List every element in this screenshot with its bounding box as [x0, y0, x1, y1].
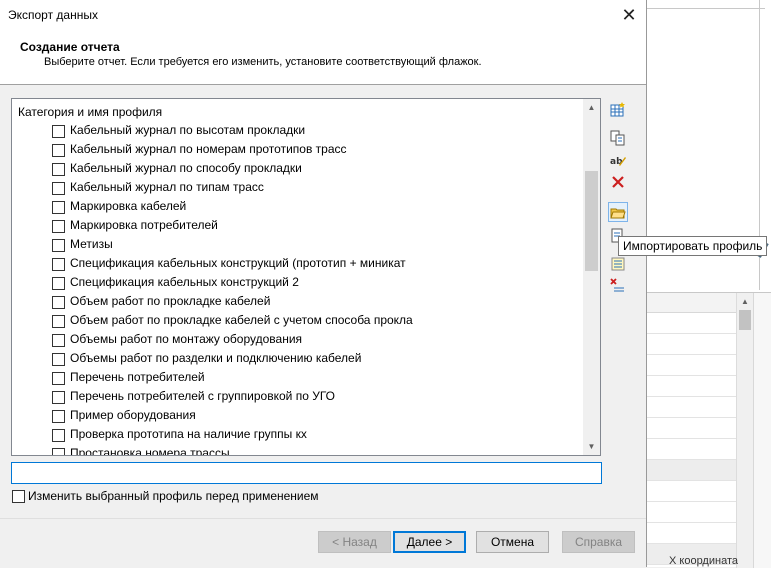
list-item[interactable]: Кабельный журнал по способу прокладки	[12, 159, 584, 178]
page-subtitle: Выберите отчет. Если требуется его измен…	[44, 56, 482, 68]
profile-name-input[interactable]	[11, 462, 602, 484]
profile-checkbox[interactable]	[52, 296, 65, 309]
new-profile-icon[interactable]	[608, 100, 628, 120]
list-item[interactable]: Спецификация кабельных конструкций 2	[12, 273, 584, 292]
bg-scroll-up-icon[interactable]: ▲	[737, 293, 753, 310]
profile-checkbox[interactable]	[52, 163, 65, 176]
background-window: ▲ Х координата	[647, 0, 771, 568]
bg-property-grid: ▲ Х координата	[647, 292, 771, 568]
profile-items: Кабельный журнал по высотам прокладки Каб…	[12, 121, 584, 455]
page-title: Создание отчета	[20, 40, 120, 54]
list-item[interactable]: Объемы работ по монтажу оборудования	[12, 330, 584, 349]
scroll-down-icon[interactable]: ▼	[583, 438, 600, 455]
profile-list[interactable]: Категория и имя профиля Кабельный журнал…	[11, 98, 601, 456]
profile-checkbox[interactable]	[52, 201, 65, 214]
wizard-header: Создание отчета Выберите отчет. Если тре…	[0, 30, 646, 85]
profile-label: Простановка номера трассы	[70, 446, 230, 455]
profile-label: Кабельный журнал по высотам прокладки	[70, 123, 306, 137]
divider	[0, 518, 646, 519]
list-item[interactable]: Перечень потребителей с группировкой по …	[12, 387, 584, 406]
rename-profile-icon[interactable]: ab	[608, 150, 628, 170]
back-button[interactable]: < Назад	[318, 531, 391, 553]
list-column-header: Категория и имя профиля	[18, 105, 163, 119]
profile-checkbox[interactable]	[52, 144, 65, 157]
list-item[interactable]: Объемы работ по разделки и подключению к…	[12, 349, 584, 368]
delete-profile-icon[interactable]	[608, 172, 628, 192]
profile-label: Пример оборудования	[70, 408, 196, 422]
profile-label: Метизы	[70, 237, 113, 251]
profile-label: Кабельный журнал по способу прокладки	[70, 161, 302, 175]
profile-checkbox[interactable]	[52, 182, 65, 195]
list-item[interactable]: Объем работ по прокладке кабелей	[12, 292, 584, 311]
cancel-button[interactable]: Отмена	[476, 531, 549, 553]
profile-label: Кабельный журнал по типам трасс	[70, 180, 264, 194]
profile-checkbox[interactable]	[52, 391, 65, 404]
next-button[interactable]: Далее >	[393, 531, 466, 553]
profile-label: Перечень потребителей	[70, 370, 205, 384]
modify-profile-checkbox[interactable]	[12, 490, 25, 503]
title-bar: Экспорт данных ✕	[0, 0, 646, 30]
profile-label: Маркировка кабелей	[70, 199, 187, 213]
list-item[interactable]: Простановка номера трассы	[12, 444, 584, 455]
list-item[interactable]: Кабельный журнал по номерам прототипов т…	[12, 140, 584, 159]
help-button[interactable]: Справка	[562, 531, 635, 553]
list-item[interactable]: Маркировка кабелей	[12, 197, 584, 216]
bg-line	[647, 8, 765, 9]
profile-label: Маркировка потребителей	[70, 218, 218, 232]
import-profile-icon[interactable]	[608, 202, 628, 222]
import-profile-tooltip: Импортировать профиль	[618, 236, 768, 256]
profile-label: Объемы работ по разделки и подключению к…	[70, 351, 362, 365]
close-icon[interactable]: ✕	[616, 2, 642, 28]
svg-text:ab: ab	[610, 157, 623, 167]
profile-checkbox[interactable]	[52, 372, 65, 385]
list-item[interactable]: Перечень потребителей	[12, 368, 584, 387]
profile-label: Объемы работ по монтажу оборудования	[70, 332, 303, 346]
list-item[interactable]: Кабельный журнал по высотам прокладки	[12, 121, 584, 140]
modify-profile-label: Изменить выбранный профиль перед примене…	[28, 489, 319, 503]
list-scrollbar[interactable]: ▲ ▼	[583, 99, 600, 455]
profile-checkbox[interactable]	[52, 125, 65, 138]
profile-label: Спецификация кабельных конструкций 2	[70, 275, 299, 289]
clear-profile-icon[interactable]	[608, 276, 628, 296]
profile-checkbox[interactable]	[52, 277, 65, 290]
profile-label: Перечень потребителей с группировкой по …	[70, 389, 335, 403]
profile-checkbox[interactable]	[52, 448, 65, 455]
bg-bottom-text: Х координата	[669, 555, 738, 567]
window-title: Экспорт данных	[8, 8, 98, 22]
profile-label: Объем работ по прокладке кабелей с учето…	[70, 313, 413, 327]
profile-checkbox[interactable]	[52, 334, 65, 347]
profile-label: Объем работ по прокладке кабелей	[70, 294, 271, 308]
list-item[interactable]: Проверка прототипа на наличие группы кх	[12, 425, 584, 444]
profile-checkbox[interactable]	[52, 429, 65, 442]
profile-label: Кабельный журнал по номерам прототипов т…	[70, 142, 347, 156]
bg-scrollbar[interactable]: ▲	[736, 293, 753, 568]
profile-checkbox[interactable]	[52, 353, 65, 366]
list-item[interactable]: Метизы	[12, 235, 584, 254]
profile-label: Спецификация кабельных конструкций (прот…	[70, 256, 406, 270]
scroll-up-icon[interactable]: ▲	[583, 99, 600, 116]
profile-toolbar: ab	[604, 98, 632, 298]
bg-scroll-thumb[interactable]	[739, 310, 751, 330]
profile-checkbox[interactable]	[52, 239, 65, 252]
list-item[interactable]: Пример оборудования	[12, 406, 584, 425]
list-item[interactable]: Объем работ по прокладке кабелей с учето…	[12, 311, 584, 330]
list-item[interactable]: Спецификация кабельных конструкций (прот…	[12, 254, 584, 273]
copy-profile-icon[interactable]	[608, 128, 628, 148]
profile-properties-icon[interactable]	[608, 254, 628, 274]
list-item[interactable]: Маркировка потребителей	[12, 216, 584, 235]
scroll-thumb[interactable]	[585, 171, 598, 271]
export-dialog: Экспорт данных ✕ Создание отчета Выберит…	[0, 0, 647, 567]
list-item[interactable]: Кабельный журнал по типам трасс	[12, 178, 584, 197]
profile-label: Проверка прототипа на наличие группы кх	[70, 427, 307, 441]
profile-checkbox[interactable]	[52, 220, 65, 233]
profile-checkbox[interactable]	[52, 258, 65, 271]
profile-checkbox[interactable]	[52, 410, 65, 423]
profile-checkbox[interactable]	[52, 315, 65, 328]
